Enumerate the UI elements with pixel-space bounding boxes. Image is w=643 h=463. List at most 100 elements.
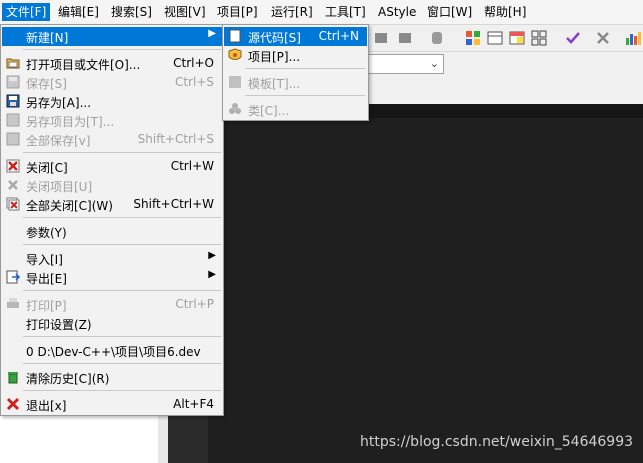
shortcut-label: Ctrl+P [175, 297, 214, 311]
menu-item-label: 新建[N] [26, 31, 69, 45]
save-icon [6, 75, 20, 89]
toolbar-window-icon[interactable] [508, 29, 526, 47]
menu-item-exit[interactable]: 退出[x] Alt+F4 [2, 395, 222, 414]
toolbar-debug-icon[interactable] [428, 29, 446, 47]
template-icon [229, 76, 241, 88]
toolbar-table-icon[interactable] [486, 29, 504, 47]
menu-item-close-all[interactable]: 全部关闭[C](W) Shift+Ctrl+W [2, 195, 222, 214]
menu-item-label: 全部保存[v] [26, 134, 91, 148]
shortcut-label: Ctrl+O [173, 56, 214, 70]
menu-item-label: 导入[I] [26, 253, 63, 267]
menu-project[interactable]: 项目[P] [213, 3, 262, 21]
menu-item-label: 模板[T]... [248, 77, 301, 91]
menu-item-print-setup[interactable]: 打印设置(Z) [2, 314, 222, 333]
shortcut-label: Ctrl+S [174, 75, 214, 89]
menu-item-parameters[interactable]: 参数(Y) [2, 222, 222, 241]
close-all-icon [6, 197, 20, 211]
menu-view[interactable]: 视图[V] [160, 3, 210, 21]
save-project-icon [6, 113, 20, 127]
submenu-item-project[interactable]: 项目[P]... [224, 46, 367, 65]
shortcut-label: Shift+Ctrl+W [133, 197, 214, 211]
menu-separator [23, 290, 221, 291]
project-icon [228, 48, 242, 60]
menu-item-label: 关闭[C] [26, 161, 68, 175]
submenu-arrow-icon: ▶ [208, 269, 216, 280]
menu-help[interactable]: 帮助[H] [480, 3, 530, 21]
menu-item-clear-history[interactable]: 清除历史[C](R) [2, 368, 222, 387]
menu-item-label: 清除历史[C](R) [26, 372, 110, 386]
menu-separator [23, 244, 221, 245]
toolbar-piece-icon[interactable] [396, 29, 414, 47]
menu-item-save-as[interactable]: 另存为[A]... [2, 92, 222, 111]
menu-item-label: 项目[P]... [248, 50, 301, 64]
save-as-icon [6, 94, 20, 108]
menu-item-label: 全部关闭[C](W) [26, 199, 113, 213]
close-x-icon[interactable] [594, 29, 612, 47]
menu-item-print[interactable]: 打印[P] Ctrl+P [2, 295, 222, 314]
submenu-item-class[interactable]: 类[C]... [224, 100, 367, 119]
code-editor[interactable] [168, 104, 643, 463]
menu-item-open[interactable]: 打开项目或文件[O]... Ctrl+O [2, 54, 222, 73]
export-icon [6, 270, 20, 284]
menu-separator [245, 95, 365, 96]
menu-item-export[interactable]: 导出[E] ▶ [2, 268, 222, 287]
shortcut-label: Alt+F4 [173, 397, 214, 411]
menu-item-save-all[interactable]: 全部保存[v] Shift+Ctrl+S [2, 130, 222, 149]
menu-item-save-project-as[interactable]: 另存项目为[T]... [2, 111, 222, 130]
menu-item-new[interactable]: 新建[N] ▶ [2, 27, 222, 46]
menu-search[interactable]: 搜索[S] [107, 3, 156, 21]
function-selector[interactable]: ⌄ [366, 54, 444, 74]
menu-item-label: 退出[x] [26, 399, 67, 413]
menu-file[interactable]: 文件[F] [2, 3, 51, 21]
menu-separator [23, 49, 221, 50]
save-all-icon [6, 132, 20, 146]
clear-history-icon [8, 372, 18, 384]
submenu-arrow-icon: ▶ [208, 28, 216, 39]
watermark: https://blog.csdn.net/weixin_54646993 [360, 434, 634, 450]
toolbar [366, 25, 643, 52]
source-file-icon [229, 29, 241, 43]
submenu-item-template[interactable]: 模板[T]... [224, 73, 367, 92]
menu-item-recent-file[interactable]: 0 D:\Dev-C++\项目\项目6.dev [2, 341, 222, 360]
file-menu: 新建[N] ▶ 打开项目或文件[O]... Ctrl+O 保存[S] Ctrl+… [0, 24, 224, 416]
close-icon [6, 159, 20, 173]
toolbar-piece-icon[interactable] [372, 29, 390, 47]
class-icon [229, 103, 241, 114]
shortcut-label: Shift+Ctrl+S [137, 132, 214, 146]
menu-item-label: 另存项目为[T]... [26, 115, 115, 129]
menu-run[interactable]: 运行[R] [267, 3, 317, 21]
menu-item-label: 源代码[S] [248, 31, 301, 45]
toolbar-grid-icon[interactable] [464, 29, 482, 47]
print-icon [7, 298, 19, 308]
menu-item-label: 导出[E] [26, 272, 67, 286]
menu-item-import[interactable]: 导入[I] ▶ [2, 249, 222, 268]
shortcut-label: Ctrl+N [318, 29, 359, 43]
submenu-item-source-file[interactable]: 源代码[S] Ctrl+N [224, 27, 367, 46]
new-submenu: 源代码[S] Ctrl+N 项目[P]... 模板[T]... 类[C]... [222, 24, 369, 121]
menu-separator [23, 390, 221, 391]
menu-item-label: 0 D:\Dev-C++\项目\项目6.dev [26, 345, 201, 359]
menu-item-label: 参数(Y) [26, 226, 67, 240]
open-folder-icon [6, 58, 20, 69]
check-icon[interactable] [564, 29, 582, 47]
menu-astyle[interactable]: AStyle [374, 3, 420, 21]
menu-item-close-project[interactable]: 关闭项目[U] [2, 176, 222, 195]
menu-item-save[interactable]: 保存[S] Ctrl+S [2, 73, 222, 92]
menu-item-close[interactable]: 关闭[C] Ctrl+W [2, 157, 222, 176]
menu-separator [23, 152, 221, 153]
exit-icon [6, 397, 20, 411]
editor-tabs-strip [366, 78, 643, 102]
menu-edit[interactable]: 编辑[E] [54, 3, 103, 21]
menu-tools[interactable]: 工具[T] [321, 3, 370, 21]
menu-item-label: 另存为[A]... [26, 96, 92, 110]
menu-item-label: 关闭项目[U] [26, 180, 93, 194]
chart-icon[interactable] [624, 29, 642, 47]
menu-item-label: 类[C]... [248, 104, 290, 118]
menu-separator [245, 68, 365, 69]
menu-item-label: 打开项目或文件[O]... [26, 58, 141, 72]
menu-separator [23, 217, 221, 218]
menu-window[interactable]: 窗口[W] [423, 3, 476, 21]
shortcut-label: Ctrl+W [170, 159, 214, 173]
menu-separator [23, 336, 221, 337]
toolbar-layout-icon[interactable] [530, 29, 548, 47]
